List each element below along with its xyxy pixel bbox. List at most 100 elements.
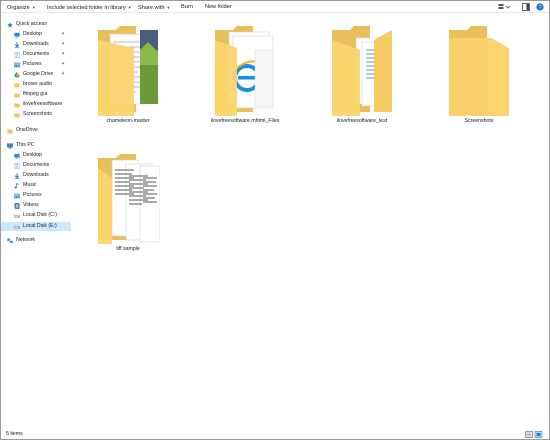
include-in-library-menu[interactable]: Include selected folder in library ▼ <box>47 3 132 12</box>
drive-icon <box>14 225 20 229</box>
nav-onedrive[interactable]: OneDrive <box>1 126 71 135</box>
drive-icon <box>14 214 20 218</box>
file-list: chameleon-master ilovefreesoftware.mhtml… <box>72 14 548 428</box>
network-icon <box>7 238 13 243</box>
nav-label: broser audio <box>23 81 52 87</box>
folder-with-documents-icon <box>332 26 392 116</box>
organize-label: Organize <box>7 5 30 11</box>
nav-google-drive[interactable]: Google Drive ✦ <box>1 70 71 79</box>
pin-icon: ✦ <box>61 61 66 67</box>
nav-desktop-pinned[interactable]: Desktop ✦ <box>1 30 71 39</box>
preview-pane-icon <box>522 3 530 11</box>
status-item-count: 5 items <box>6 431 23 437</box>
nav-label: Screenshots <box>23 111 52 117</box>
folder-name: tiff sample <box>116 246 140 252</box>
nav-label: Desktop <box>23 152 43 158</box>
chevron-down-icon: ▼ <box>166 5 171 10</box>
new-folder-button[interactable]: New folder <box>205 3 232 12</box>
nav-pictures-pinned[interactable]: Pictures ✦ <box>1 60 71 69</box>
command-bar: Organize ▼ Include selected folder in lib… <box>1 1 549 13</box>
nav-pc-pictures[interactable]: Pictures <box>1 191 71 200</box>
folder-icon <box>14 82 20 87</box>
view-toggle-group <box>525 431 543 440</box>
nav-label: Local Disk (C:) <box>23 212 58 218</box>
navigation-pane: Quick access Desktop ✦ Downloads ✦ Docum… <box>1 14 71 428</box>
folder-name: ilovefreesoftware.mhtml_Files <box>210 118 280 124</box>
download-icon <box>14 41 20 48</box>
folder-with-images-icon <box>98 26 158 116</box>
nav-quick-access[interactable]: Quick access <box>1 20 71 29</box>
nav-label: Music <box>23 182 37 188</box>
folder-tile[interactable]: Screenshots <box>434 20 524 130</box>
desktop-icon <box>14 32 20 37</box>
organize-menu[interactable]: Organize ▼ <box>7 3 36 12</box>
nav-label: Documents <box>23 51 50 57</box>
view-options-icon <box>498 4 511 9</box>
folder-icon <box>7 128 13 133</box>
nav-pc-downloads[interactable]: Downloads <box>1 171 71 180</box>
folder-name: chameleon-master <box>106 118 150 124</box>
share-with-label: Share with <box>138 5 165 11</box>
details-view-icon[interactable] <box>525 431 533 438</box>
pin-icon: ✦ <box>61 41 66 47</box>
burn-label: Burn <box>181 4 193 10</box>
folder-icon <box>449 26 509 116</box>
pin-icon: ✦ <box>61 71 66 77</box>
google-drive-icon <box>14 71 20 77</box>
videos-icon <box>14 202 20 209</box>
chevron-down-icon: ▼ <box>127 5 132 10</box>
nav-broser-audio[interactable]: broser audio <box>1 80 71 89</box>
preview-pane-button[interactable] <box>522 3 530 11</box>
nav-screenshots[interactable]: Screenshots <box>1 110 71 119</box>
nav-local-disk-e[interactable]: Local Disk (E:) <box>1 222 71 231</box>
pictures-icon <box>14 193 20 198</box>
computer-icon <box>7 142 13 148</box>
nav-pc-desktop[interactable]: Desktop <box>1 151 71 160</box>
chevron-down-icon: ▼ <box>31 5 36 10</box>
change-view-button[interactable] <box>498 3 512 11</box>
nav-label: Documents <box>23 162 50 168</box>
pin-icon: ✦ <box>61 51 66 57</box>
include-in-library-label: Include selected folder in library <box>47 5 126 11</box>
nav-label: Network <box>16 237 36 243</box>
nav-label: ffmpeg gui <box>23 91 48 97</box>
nav-pc-documents[interactable]: Documents <box>1 161 71 170</box>
nav-documents-pinned[interactable]: Documents ✦ <box>1 50 71 59</box>
burn-button[interactable]: Burn <box>181 3 193 12</box>
nav-label: Local Disk (E:) <box>23 223 57 229</box>
music-icon <box>14 182 19 189</box>
nav-ilovefreesoftware[interactable]: ilovefreesoftware <box>1 100 71 109</box>
folder-with-documents-icon <box>98 154 160 244</box>
help-icon: ? <box>536 3 544 11</box>
nav-ffmpeg-gui[interactable]: ffmpeg gui <box>1 90 71 99</box>
share-with-menu[interactable]: Share with ▼ <box>138 3 170 12</box>
help-button[interactable]: ? <box>536 3 544 11</box>
folder-icon <box>14 112 20 117</box>
nav-network[interactable]: Network <box>1 236 71 245</box>
large-icons-view-icon[interactable] <box>534 431 543 438</box>
folder-with-browser-icon <box>215 26 274 116</box>
nav-local-disk-c[interactable]: Local Disk (C:) <box>1 211 71 220</box>
nav-pc-music[interactable]: Music <box>1 181 71 190</box>
folder-name: Screenshots <box>464 118 494 124</box>
nav-label: Quick access <box>16 21 47 27</box>
nav-downloads-pinned[interactable]: Downloads ✦ <box>1 40 71 49</box>
nav-label: ilovefreesoftware <box>23 101 63 107</box>
pictures-icon <box>14 62 20 67</box>
nav-label: Pictures <box>23 192 42 198</box>
folder-icon <box>14 92 20 97</box>
pin-icon: ✦ <box>61 31 66 37</box>
nav-label: This PC <box>16 142 35 148</box>
view-toggle-icons <box>525 431 543 438</box>
folder-tile[interactable]: ilovefreesoftware.mhtml_Files <box>200 20 290 130</box>
new-folder-label: New folder <box>205 4 232 10</box>
folder-tile[interactable]: tiff sample <box>83 148 173 258</box>
nav-label: OneDrive <box>16 127 38 133</box>
folder-tile[interactable]: chameleon-master <box>83 20 173 130</box>
star-icon <box>7 21 13 28</box>
documents-icon <box>14 162 20 169</box>
folder-tile[interactable]: ilovefreesoftware_test <box>317 20 407 130</box>
nav-pc-videos[interactable]: Videos <box>1 201 71 210</box>
nav-this-pc[interactable]: This PC <box>1 141 71 150</box>
documents-icon <box>14 51 20 58</box>
